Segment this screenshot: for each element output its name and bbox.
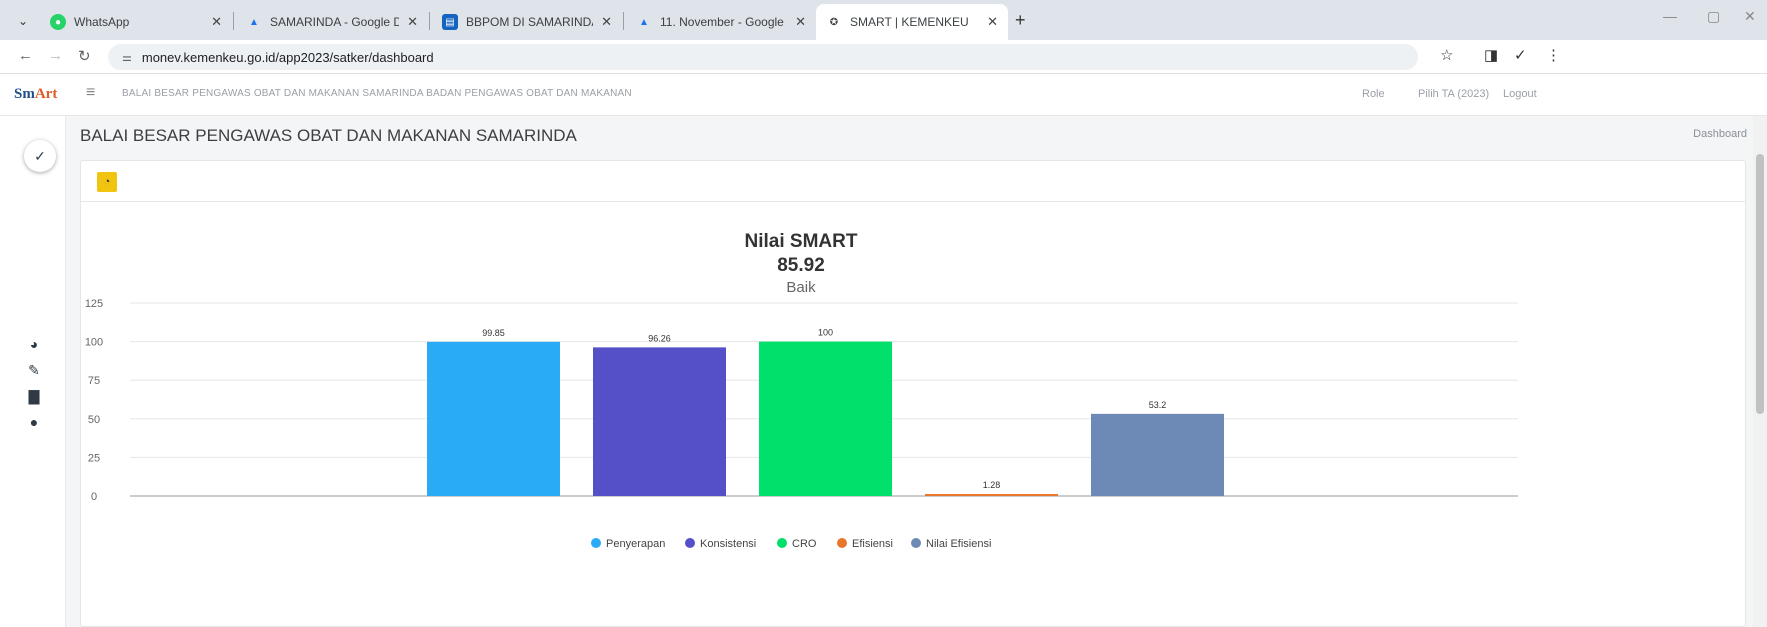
y-tick-label: 25 — [88, 452, 100, 464]
close-tab-icon[interactable]: ✕ — [407, 14, 418, 30]
legend-item[interactable]: Efisiensi — [852, 538, 893, 550]
book-icon[interactable]: ▇ — [26, 388, 42, 405]
page-scrollbar[interactable] — [1753, 116, 1767, 627]
new-tab-icon[interactable]: + — [1015, 10, 1026, 31]
address-bar[interactable]: ⚌ monev.kemenkeu.go.id/app2023/satker/da… — [108, 44, 1418, 70]
page-title: BALAI BESAR PENGAWAS OBAT DAN MAKANAN SA… — [80, 126, 577, 145]
bar-value-label: 1.28 — [983, 480, 1001, 490]
legend-item[interactable]: CRO — [792, 538, 817, 550]
y-tick-label: 0 — [91, 491, 97, 503]
chart-pie-icon[interactable]: ◔ — [97, 172, 117, 192]
minimize-icon[interactable]: — — [1663, 8, 1677, 24]
close-tab-icon[interactable]: ✕ — [795, 14, 806, 30]
google-drive-icon: ▲ — [249, 16, 259, 28]
bar-nilai-efisiensi[interactable] — [1091, 413, 1224, 496]
y-tick-label: 100 — [85, 337, 103, 349]
tab-divider — [233, 12, 234, 30]
back-icon[interactable]: ← — [18, 47, 33, 64]
extension-icon[interactable]: ✓ — [1514, 46, 1527, 64]
bar-cro[interactable] — [759, 341, 892, 496]
reload-icon[interactable]: ↻ — [78, 47, 91, 65]
bar-value-label: 96.26 — [648, 333, 671, 343]
sidebar: ✓ ◕ ✎ ▇ ● — [0, 116, 66, 627]
legend-marker — [911, 538, 921, 548]
legend-marker — [837, 538, 847, 548]
legend-marker — [777, 538, 787, 548]
legend-item[interactable]: Nilai Efisiensi — [926, 538, 991, 550]
tab-title: 11. November - Google Drive — [660, 15, 787, 29]
tab-divider — [429, 12, 430, 30]
tab-november-drive[interactable]: ▲ 11. November - Google Drive ✕ — [626, 4, 816, 40]
kemenkeu-icon: ✪ — [829, 16, 839, 28]
logout-link[interactable]: Logout — [1503, 88, 1537, 100]
tab-samarinda-drive[interactable]: ▲ SAMARINDA - Google Drive ✕ — [236, 4, 428, 40]
browser-tab-strip: ⌄ ● WhatsApp ✕ ▲ SAMARINDA - Google Driv… — [0, 0, 1767, 40]
close-tab-icon[interactable]: ✕ — [601, 14, 612, 30]
forward-icon[interactable]: → — [48, 47, 63, 64]
browser-toolbar: ← → ↻ ⚌ monev.kemenkeu.go.id/app2023/sat… — [0, 40, 1767, 74]
y-tick-label: 50 — [88, 414, 100, 426]
breadcrumb[interactable]: Dashboard — [1693, 128, 1747, 140]
bar-value-label: 100 — [818, 328, 833, 338]
side-panel-icon[interactable]: ◨ — [1484, 46, 1498, 64]
tab-whatsapp[interactable]: ● WhatsApp ✕ — [40, 4, 232, 40]
chart-rating: Baik — [786, 279, 816, 296]
bar-value-label: 99.85 — [482, 328, 505, 338]
scrollbar-thumb[interactable] — [1756, 154, 1764, 414]
tab-smart-kemenkeu[interactable]: ✪ SMART | KEMENKEU ✕ — [816, 4, 1008, 40]
site-info-icon[interactable]: ⚌ — [122, 51, 132, 64]
tab-divider — [623, 12, 624, 30]
tab-title: SMART | KEMENKEU — [850, 15, 969, 29]
whatsapp-icon: ● — [50, 14, 66, 30]
role-link[interactable]: Role — [1362, 88, 1385, 100]
y-tick-label: 125 — [85, 298, 103, 310]
bar-efisiensi[interactable] — [925, 494, 1058, 496]
browser-menu-icon[interactable]: ⋮ — [1546, 46, 1561, 64]
bookmark-star-icon[interactable]: ☆ — [1440, 46, 1453, 64]
select-ta-link[interactable]: Pilih TA (2023) — [1418, 88, 1489, 100]
chart-title: Nilai SMART — [745, 231, 858, 252]
smart-bar-chart: Nilai SMART 85.92 Baik 0 25 50 75 100 125 99.… — [85, 231, 1518, 550]
app-header: SmArt ≡ BALAI BESAR PENGAWAS OBAT DAN MA… — [0, 74, 1767, 116]
user-icon[interactable]: ● — [26, 414, 42, 430]
y-tick-label: 75 — [88, 375, 100, 387]
close-tab-icon[interactable]: ✕ — [211, 14, 222, 30]
hamburger-menu-icon[interactable]: ≡ — [86, 84, 95, 102]
tab-title: BBPOM DI SAMARINDA — [466, 15, 594, 29]
edit-icon[interactable]: ✎ — [26, 362, 42, 379]
header-title: BALAI BESAR PENGAWAS OBAT DAN MAKANAN SA… — [122, 88, 632, 99]
profile-badge[interactable]: ✓ — [24, 140, 56, 172]
legend-item[interactable]: Konsistensi — [700, 538, 756, 550]
close-tab-icon[interactable]: ✕ — [987, 14, 998, 30]
legend-marker — [591, 538, 601, 548]
tab-search-icon[interactable]: ⌄ — [12, 10, 34, 32]
card-header: ◔ — [81, 161, 1745, 202]
bbpom-icon: ▤ — [442, 14, 458, 30]
tab-bbpom[interactable]: ▤ BBPOM DI SAMARINDA ✕ — [432, 4, 622, 40]
legend-marker — [685, 538, 695, 548]
bar-penyerapan[interactable] — [427, 341, 560, 496]
dashboard-icon[interactable]: ◕ — [26, 336, 42, 352]
maximize-icon[interactable]: ▢ — [1707, 8, 1720, 25]
chart-score: 85.92 — [777, 255, 825, 276]
bar-konsistensi[interactable] — [593, 347, 726, 496]
close-window-icon[interactable]: ✕ — [1744, 8, 1756, 25]
bar-value-label: 53.2 — [1149, 400, 1167, 410]
tab-title: SAMARINDA - Google Drive — [270, 15, 400, 29]
legend-item[interactable]: Penyerapan — [606, 538, 665, 550]
google-drive-icon: ▲ — [639, 16, 649, 28]
url-text: monev.kemenkeu.go.id/app2023/satker/dash… — [141, 49, 434, 65]
tab-title: WhatsApp — [74, 15, 130, 29]
smart-logo[interactable]: SmArt — [14, 86, 57, 103]
